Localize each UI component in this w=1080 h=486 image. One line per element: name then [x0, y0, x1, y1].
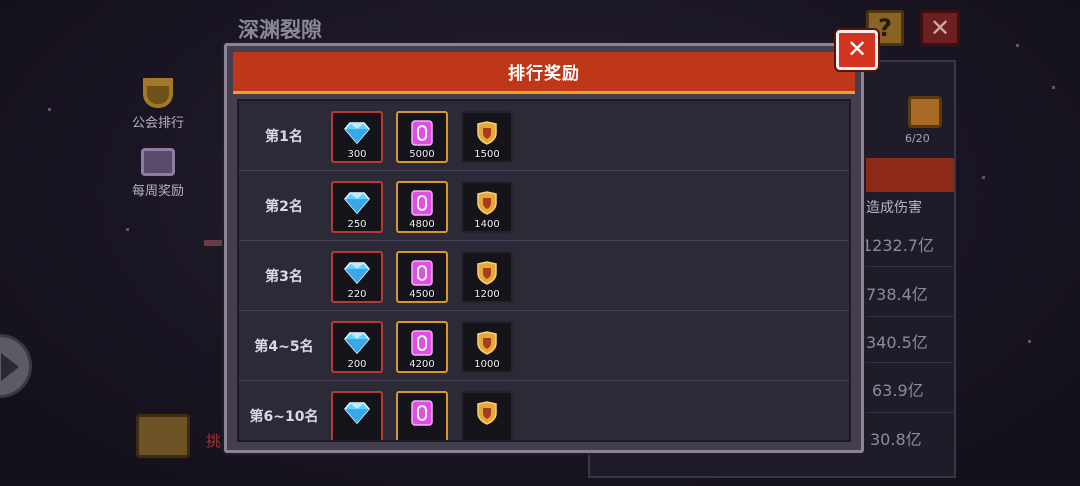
diamond-reward-slot[interactable] — [331, 391, 383, 440]
reward-row: 第2名 250 4800 1400 — [239, 171, 849, 241]
damage-value: 30.8亿 — [870, 430, 922, 449]
star-particle — [982, 176, 985, 179]
diamond-icon — [333, 118, 381, 148]
screen-title: 深渊裂隙 — [238, 18, 322, 42]
chest-count: 6/20 — [905, 132, 930, 145]
treasure-chest-icon[interactable] — [136, 414, 190, 458]
shield-reward-slot[interactable]: 1000 — [461, 321, 513, 373]
rank-label: 第4~5名 — [254, 339, 314, 355]
shield-reward-slot[interactable]: 1500 — [461, 111, 513, 163]
shield-icon — [463, 188, 511, 218]
star-particle — [48, 108, 51, 111]
shield-icon — [463, 398, 511, 428]
crystal-reward-slot[interactable]: 4800 — [396, 181, 448, 233]
reward-quantity: 4500 — [409, 289, 435, 300]
row-divider — [858, 362, 954, 363]
diamond-reward-slot[interactable]: 300 — [331, 111, 383, 163]
shield-icon — [463, 258, 511, 288]
guild-ranking-button[interactable]: 公会排行 — [118, 78, 198, 131]
crystal-reward-slot[interactable]: 5000 — [396, 111, 448, 163]
damage-value: 738.4亿 — [866, 285, 928, 304]
shield-icon — [463, 328, 511, 358]
reward-quantity: 300 — [347, 149, 367, 160]
weekly-reward-button[interactable]: 每周奖励 — [118, 148, 198, 199]
row-divider — [858, 266, 954, 267]
challenge-label: 挑 — [206, 432, 222, 450]
reward-row: 第4~5名 200 4200 1000 — [239, 311, 849, 381]
crystal-reward-slot[interactable] — [396, 391, 448, 440]
reward-quantity: 1200 — [474, 289, 500, 300]
panel-header-bar — [858, 158, 954, 192]
reward-row: 第1名 300 5000 1500 — [239, 101, 849, 171]
rank-reward-dialog: 排行奖励 第1名 300 5000 1500 第2名 250 4800 1400 第3名 220 4… — [224, 43, 864, 453]
crystal-icon — [398, 398, 446, 428]
rank-label: 第6~10名 — [249, 409, 319, 425]
scroll-icon — [141, 148, 175, 176]
damage-value: 63.9亿 — [872, 381, 924, 400]
damage-column-header: 造成伤害 — [866, 200, 922, 216]
screen-close-button[interactable]: ✕ — [920, 10, 960, 46]
diamond-icon — [333, 328, 381, 358]
crystal-icon — [398, 188, 446, 218]
dialog-close-button[interactable]: ✕ — [836, 30, 878, 70]
dialog-title: 排行奖励 — [508, 64, 580, 84]
rank-label: 第3名 — [265, 269, 303, 285]
shield-reward-slot[interactable]: 1400 — [461, 181, 513, 233]
chest-icon[interactable] — [908, 96, 942, 128]
reward-list[interactable]: 第1名 300 5000 1500 第2名 250 4800 1400 第3名 220 4500 12… — [237, 99, 851, 442]
diamond-reward-slot[interactable]: 200 — [331, 321, 383, 373]
damage-value: 1232.7亿 — [862, 236, 934, 255]
row-divider — [858, 412, 954, 413]
crystal-reward-slot[interactable]: 4200 — [396, 321, 448, 373]
reward-row: 第3名 220 4500 1200 — [239, 241, 849, 311]
star-particle — [126, 228, 129, 231]
diamond-reward-slot[interactable]: 250 — [331, 181, 383, 233]
crystal-icon — [398, 328, 446, 358]
reward-quantity: 1500 — [474, 149, 500, 160]
reward-quantity: 200 — [347, 359, 367, 370]
pointer-decoration — [204, 240, 226, 246]
guild-ranking-label: 公会排行 — [131, 116, 184, 131]
rank-label: 第1名 — [265, 129, 303, 145]
star-particle — [1028, 340, 1031, 343]
star-particle — [1016, 44, 1019, 47]
crystal-icon — [398, 258, 446, 288]
trophy-icon — [143, 78, 173, 108]
diamond-icon — [333, 188, 381, 218]
weekly-reward-label: 每周奖励 — [131, 184, 184, 199]
damage-value: 340.5亿 — [866, 333, 928, 352]
diamond-icon — [333, 398, 381, 428]
diamond-reward-slot[interactable]: 220 — [331, 251, 383, 303]
reward-quantity: 1000 — [474, 359, 500, 370]
reward-row: 第6~10名 — [239, 381, 849, 440]
star-particle — [1052, 86, 1055, 89]
reward-quantity: 1400 — [474, 219, 500, 230]
reward-quantity: 4800 — [409, 219, 435, 230]
reward-quantity: 220 — [347, 289, 367, 300]
reward-quantity: 5000 — [409, 149, 435, 160]
reward-quantity: 250 — [347, 219, 367, 230]
shield-icon — [463, 118, 511, 148]
diamond-icon — [333, 258, 381, 288]
reward-quantity: 4200 — [409, 359, 435, 370]
crystal-reward-slot[interactable]: 4500 — [396, 251, 448, 303]
row-divider — [858, 316, 954, 317]
shield-reward-slot[interactable] — [461, 391, 513, 440]
crystal-icon — [398, 118, 446, 148]
dialog-header: 排行奖励 — [233, 52, 855, 94]
shield-reward-slot[interactable]: 1200 — [461, 251, 513, 303]
rank-label: 第2名 — [265, 199, 303, 215]
